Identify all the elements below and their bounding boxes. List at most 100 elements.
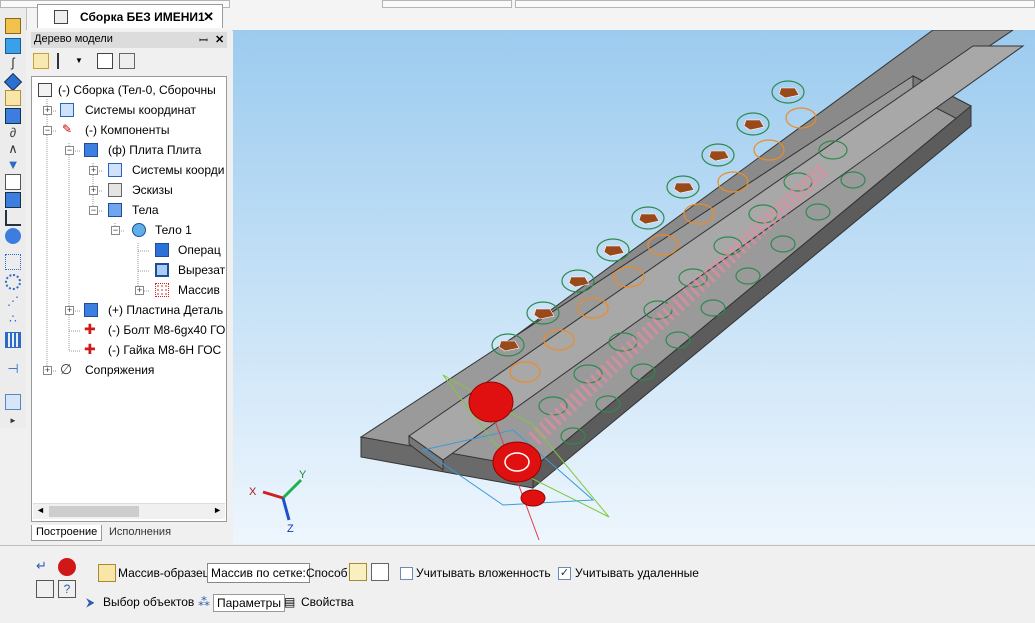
model-tree-title: Дерево модели [34,33,113,45]
tree-node-label: Операц [178,243,221,257]
stop-icon[interactable] [58,558,76,576]
extrude-icon [155,243,169,257]
tree-node-label: Массив [178,283,220,297]
scrollbar-thumb[interactable] [49,506,139,517]
filter-icon[interactable]: ▼ [5,158,21,174]
collapse-icon[interactable]: − [43,126,52,135]
scroll-right-icon[interactable]: ► [213,505,222,515]
document-tab-title: Сборка БЕЗ ИМЕНИ1 [80,10,205,24]
circular-pattern-icon[interactable] [5,274,21,290]
coordinate-triad: Y X Z [249,469,307,535]
bodies-icon [108,203,122,217]
model-tree: (-) Сборка (Тел-0, Сборочны + Системы ко… [31,76,227,522]
part-icon [84,303,98,317]
collapse-icon[interactable]: − [65,146,74,155]
left-toolbar: ʃ ∂ ∧ ▼ ⋰ ∴ ⊣ ► [0,8,27,428]
sketch-icon [108,183,122,197]
report-icon[interactable] [5,192,21,208]
tree-node-label: (-) Болт М8-6gx40 ГО [108,323,226,337]
properties-tab-icon: ▤ [284,595,296,609]
edit-component-icon[interactable] [5,18,21,34]
selection-tab-icon: ⮞ [86,595,95,609]
axis-x-label: X [249,486,257,498]
tree-by-structure-icon[interactable] [33,53,49,69]
tab-object-selection[interactable]: Выбор объектов [103,595,194,609]
toolbar-segment [515,0,1035,8]
scroll-left-icon[interactable]: ◄ [36,505,45,515]
pin-icon[interactable]: ꟷ [199,33,208,48]
3d-viewport[interactable]: Y X Z [233,30,1035,544]
grid-pattern-icon[interactable] [5,254,21,270]
tree-tabs: Построение Исполнения [31,525,227,542]
measure-icon[interactable]: ∧ [5,142,21,158]
expand-icon[interactable]: + [43,106,52,115]
consider-deleted-checkbox[interactable]: ✓ [558,567,571,580]
tab-construction[interactable]: Построение [31,525,103,541]
create-object-icon[interactable]: ↵ [36,558,54,576]
tab-versions[interactable]: Исполнения [105,525,175,541]
parameters-tab-icon: ⁂ [198,595,210,609]
expand-icon[interactable]: + [89,166,98,175]
tree-list-icon[interactable] [57,53,73,69]
collapse-icon[interactable]: − [89,206,98,215]
coordinate-system-icon [108,163,122,177]
model-tree-header: Дерево модели ꟷ ✕ [31,32,227,48]
cut-icon [155,263,169,277]
auto-create-icon[interactable] [36,580,54,598]
close-panel-icon[interactable]: ✕ [215,33,224,46]
tree-node-label: (ф) Плита Плита [108,143,202,157]
graph-icon[interactable] [5,210,21,226]
dropdown-arrow-icon[interactable]: ▼ [75,53,91,69]
properties-panel: ↵ ? Массив-образец Массив по сетке: Спос… [0,545,1035,623]
tree-collapse-icon[interactable] [119,53,135,69]
tree-node-label: (-) Сборка (Тел-0, Сборочны [58,83,216,97]
sample-pattern-label[interactable]: Массив-образец [118,566,210,580]
tab-properties[interactable]: Свойства [301,595,354,609]
tree-node-label: (-) Гайка М8-6Н ГОС [108,343,222,357]
mirror-icon[interactable]: ⊣ [5,362,21,378]
tree-node-label: Тела [132,203,159,217]
method-direction-icon[interactable] [371,563,389,581]
mate-icon[interactable] [5,108,21,124]
assembly-icon [38,83,52,97]
axis-z-label: Z [287,523,294,535]
attach-icon[interactable]: ∂ [5,126,21,142]
tree-node-label: Системы координат [85,103,196,117]
tree-node-label: Сопряжения [85,363,155,377]
expand-icon[interactable]: + [135,286,144,295]
points-pattern-icon[interactable]: ∴ [5,312,21,328]
coordinate-system-icon [60,103,74,117]
standard-part-icon: ✚ [84,341,96,357]
toolbar-expand-icon[interactable]: ► [5,414,21,430]
specification-icon[interactable] [5,174,21,190]
hand-icon[interactable] [5,228,21,244]
consider-nested-checkbox[interactable] [400,567,413,580]
tree-properties-icon[interactable] [97,53,113,69]
close-tab-icon[interactable]: ✕ [203,9,214,25]
pattern-type-field[interactable]: Массив по сетке: [207,563,310,583]
model-scene[interactable]: Y X Z [233,30,1035,544]
tree-node-label: (-) Компоненты [85,123,170,137]
table-pattern-icon[interactable] [5,332,21,348]
move-icon[interactable] [3,72,23,92]
tree-node-label: Тело 1 [155,223,192,237]
add-component-icon[interactable] [5,38,21,54]
tab-parameters[interactable]: Параметры [213,594,285,612]
axis-y-label: Y [299,469,307,481]
consider-deleted-label: Учитывать удаленные [575,566,699,580]
standard-part-icon: ✚ [84,321,96,337]
pattern-by-sample-icon[interactable] [5,394,21,410]
pattern-toolbar-icon[interactable] [5,90,21,106]
tree-horizontal-scrollbar[interactable]: ◄ ► [33,503,225,519]
expand-icon[interactable]: + [43,366,52,375]
spline-icon[interactable]: ʃ [5,56,21,72]
expand-icon[interactable]: + [89,186,98,195]
collapse-icon[interactable]: − [111,226,120,235]
curve-pattern-icon[interactable]: ⋰ [5,294,21,310]
toolbar-segment [382,0,512,8]
method-pencil-icon[interactable] [349,563,367,581]
help-icon[interactable]: ? [58,580,76,598]
sample-pattern-icon[interactable] [98,564,116,582]
expand-icon[interactable]: + [65,306,74,315]
document-tab[interactable]: Сборка БЕЗ ИМЕНИ1 ✕ [37,4,223,28]
